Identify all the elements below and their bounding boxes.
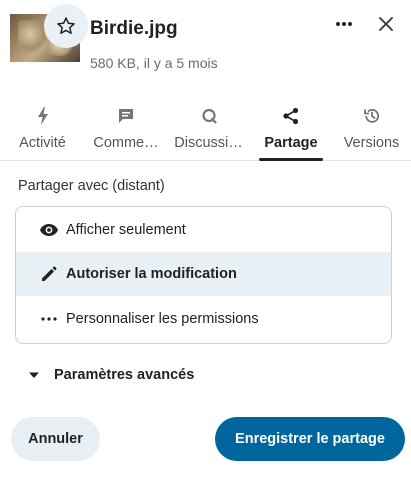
tab-label: Discussi… — [174, 135, 243, 151]
permission-selector: Afficher seulement Autoriser la modifica… — [15, 206, 392, 344]
file-name: Birdie.jpg — [90, 18, 178, 39]
cancel-button[interactable]: Annuler — [11, 417, 100, 461]
tab-activity[interactable]: Activité — [0, 100, 85, 160]
talk-icon — [199, 106, 219, 126]
more-actions-button[interactable] — [332, 12, 356, 36]
permission-label: Autoriser la modification — [66, 266, 237, 282]
advanced-settings-label: Paramètres avancés — [54, 367, 195, 383]
tab-label: Comme… — [93, 135, 159, 151]
triangle-down-icon — [29, 372, 39, 378]
tab-label: Partage — [264, 135, 318, 151]
activity-bolt-icon — [33, 106, 53, 126]
tab-discussion[interactable]: Discussi… — [167, 100, 250, 160]
tab-versions[interactable]: Versions — [332, 100, 411, 160]
permission-label: Personnaliser les permissions — [66, 311, 259, 327]
favorite-button[interactable] — [44, 4, 88, 48]
permission-custom[interactable]: Personnaliser les permissions — [16, 297, 391, 341]
dots-icon — [38, 308, 60, 330]
permission-allow-edit[interactable]: Autoriser la modification — [16, 252, 391, 296]
sidebar-tabs: Activité Comme… Discussi… Partage Versio… — [0, 100, 411, 161]
eye-icon — [38, 219, 60, 241]
tab-comments[interactable]: Comme… — [85, 100, 167, 160]
permission-view-only[interactable]: Afficher seulement — [16, 208, 391, 252]
share-icon — [281, 106, 301, 126]
pencil-icon — [38, 263, 60, 285]
permission-label: Afficher seulement — [66, 222, 186, 238]
tab-label: Versions — [343, 135, 400, 151]
sidebar-header: Birdie.jpg 580 KB, il y a 5 mois — [0, 0, 411, 90]
close-button[interactable] — [374, 12, 398, 36]
share-with-label: Partager avec (distant) — [18, 178, 165, 194]
comment-icon — [116, 106, 136, 126]
star-icon — [57, 17, 75, 34]
file-meta: 580 KB, il y a 5 mois — [90, 55, 218, 71]
save-share-button[interactable]: Enregistrer le partage — [215, 417, 405, 461]
tab-label: Activité — [19, 135, 66, 151]
tab-sharing[interactable]: Partage — [250, 100, 332, 161]
close-icon — [379, 17, 393, 31]
more-dots-icon — [336, 22, 352, 26]
history-icon — [362, 106, 382, 126]
advanced-settings-toggle[interactable]: Paramètres avancés — [28, 362, 194, 388]
